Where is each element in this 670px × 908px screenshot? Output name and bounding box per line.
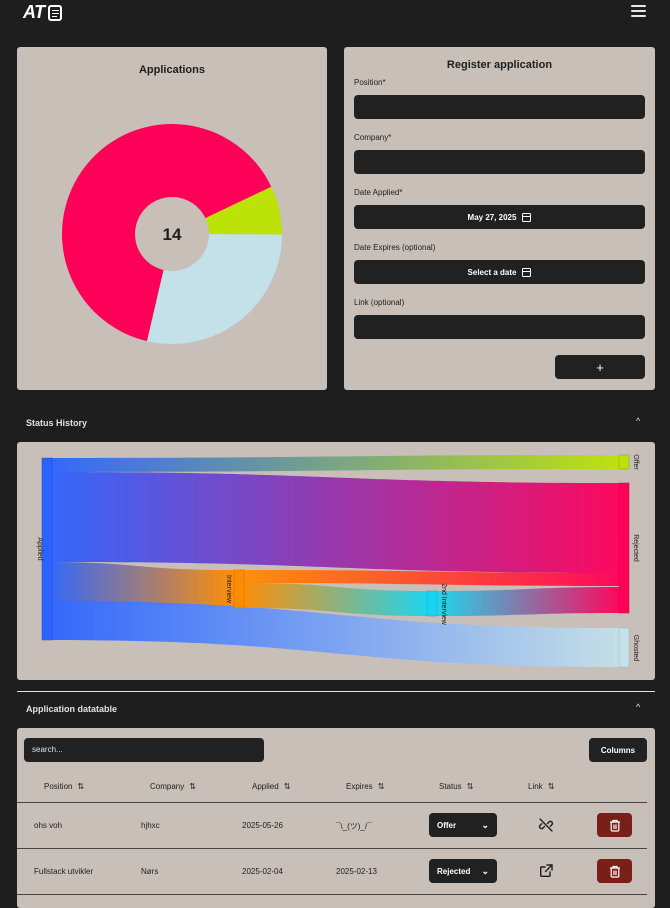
node-rejected[interactable] <box>618 482 630 614</box>
sankey-chart: Applied Interview 2nd Interview Offer Re… <box>36 454 639 668</box>
position-input[interactable] <box>354 95 645 119</box>
columns-button[interactable]: Columns <box>589 738 647 762</box>
date-expires-label: Date Expires (optional) <box>354 243 436 252</box>
applications-card: Applications 14 <box>17 47 327 390</box>
sort-icon: ⇅ <box>547 782 555 791</box>
cell-applied: 2025-02-04 <box>242 867 283 876</box>
cell-position: ohs voh <box>34 821 63 830</box>
chevron-down-icon: ⌄ <box>481 819 489 830</box>
date-applied-label: Date Applied* <box>354 188 403 197</box>
link-applied-rejected <box>48 472 619 573</box>
node-ghosted[interactable] <box>618 627 630 668</box>
link-applied-offer <box>48 455 619 472</box>
date-expires-value: Select a date <box>467 267 517 277</box>
column-header-company[interactable]: Company ⇅ <box>150 782 196 791</box>
status-select[interactable]: Offer ⌄ <box>429 813 497 837</box>
sort-icon: ⇅ <box>283 782 291 791</box>
node-label-interview: Interview <box>225 575 232 604</box>
chevron-up-icon[interactable]: ^ <box>636 416 640 426</box>
column-header-expires[interactable]: Expires ⇅ <box>346 782 385 791</box>
chevron-up-icon[interactable]: ^ <box>636 702 640 712</box>
calendar-icon <box>522 267 532 277</box>
external-link-icon[interactable] <box>539 863 554 883</box>
status-value: Rejected <box>437 866 471 876</box>
applications-total: 14 <box>163 225 182 244</box>
cell-applied: 2025-05-26 <box>242 821 283 830</box>
node-2nd-interview[interactable] <box>426 590 438 617</box>
logo-text: AT <box>23 2 45 22</box>
search-input[interactable]: search... <box>24 738 264 762</box>
delete-button[interactable] <box>597 813 632 837</box>
cell-expires: ¯\_(ツ)_/¯ <box>336 822 372 831</box>
status-history-title: Status History <box>26 418 88 428</box>
column-header-position[interactable]: Position ⇅ <box>44 782 84 791</box>
section-divider <box>17 691 655 692</box>
register-title: Register application <box>446 59 553 71</box>
position-label: Position* <box>354 78 386 87</box>
node-label-applied: Applied <box>36 537 43 560</box>
cell-company: Nørs <box>141 867 159 876</box>
delete-button[interactable] <box>597 859 632 883</box>
link-2nd-interview-rejected <box>437 587 619 616</box>
column-header-link[interactable]: Link ⇅ <box>528 782 555 791</box>
datatable-title: Application datatable <box>26 704 118 714</box>
company-label: Company* <box>354 133 392 142</box>
app-logo[interactable]: AT <box>23 2 62 23</box>
cell-position: Fullstack utvikler <box>34 867 94 876</box>
date-applied-value: May 27, 2025 <box>467 212 517 222</box>
sort-icon: ⇅ <box>377 782 385 791</box>
date-applied-picker[interactable]: May 27, 2025 <box>354 205 645 229</box>
logo-doc-icon <box>47 4 62 21</box>
chevron-down-icon: ⌄ <box>481 865 489 876</box>
sort-icon: ⇅ <box>77 782 84 791</box>
link-input[interactable] <box>354 315 645 339</box>
node-label-2nd-interview: 2nd Interview <box>440 583 447 626</box>
register-card: Register application Position* Company* … <box>344 47 655 390</box>
trash-icon <box>609 865 620 878</box>
cell-expires: 2025-02-13 <box>336 867 377 876</box>
column-header-applied[interactable]: Applied ⇅ <box>252 782 291 791</box>
node-interview[interactable] <box>233 569 245 609</box>
hamburger-icon[interactable] <box>631 5 646 18</box>
add-application-button[interactable]: + <box>555 355 645 379</box>
trash-icon <box>609 819 620 832</box>
calendar-icon <box>522 212 532 222</box>
status-select[interactable]: Rejected ⌄ <box>429 859 497 883</box>
applications-pie-chart: 14 <box>61 123 282 344</box>
sort-icon: ⇅ <box>189 782 196 791</box>
cell-company: hjhxc <box>141 821 160 830</box>
company-input[interactable] <box>354 150 645 174</box>
node-label-rejected: Rejected <box>632 534 639 562</box>
link-off-icon[interactable] <box>538 817 554 838</box>
link-label: Link (optional) <box>354 298 405 307</box>
node-label-offer: Offer <box>632 454 639 470</box>
table-row-divider <box>17 848 647 849</box>
sort-icon: ⇅ <box>466 782 474 791</box>
date-expires-picker[interactable]: Select a date <box>354 260 645 284</box>
status-history-card: Applied Interview 2nd Interview Offer Re… <box>17 442 655 680</box>
table-row-divider <box>17 894 647 895</box>
node-offer[interactable] <box>618 454 630 470</box>
column-header-status[interactable]: Status ⇅ <box>439 782 474 791</box>
status-value: Offer <box>437 820 457 830</box>
table-header-divider <box>17 802 647 803</box>
node-label-ghosted: Ghosted <box>632 635 639 662</box>
